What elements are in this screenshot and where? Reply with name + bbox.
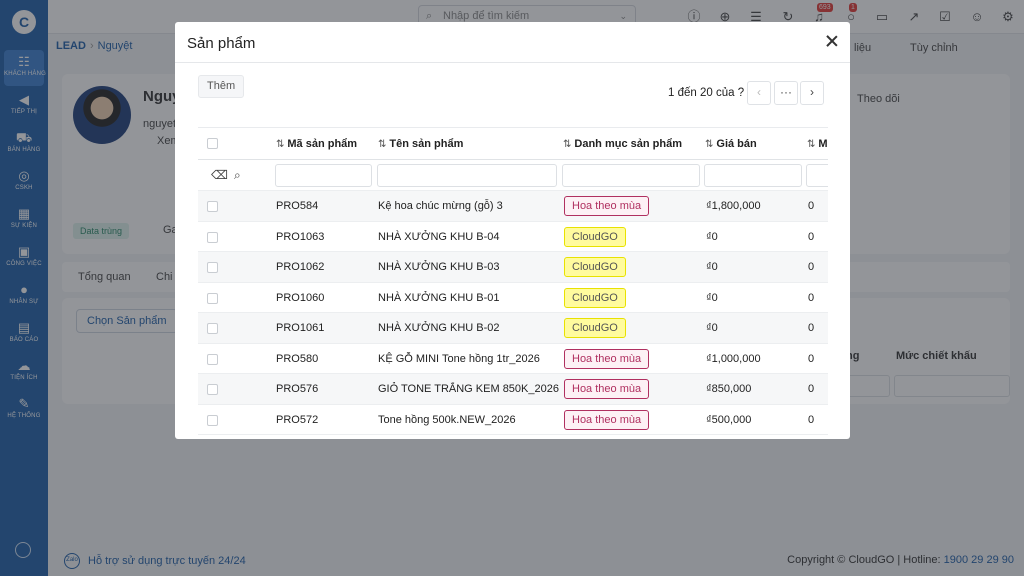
table-row[interactable]: PRO584 Kệ hoa chúc mừng (gỗ) 3 Hoa theo mù… (198, 191, 828, 222)
col-header-price-label: Giá bán (716, 138, 757, 150)
cell-name: KỆ GỖ MINI Tone hồng 1tr_2026 (378, 352, 540, 365)
cell-extra: 0 (808, 352, 815, 365)
eraser-icon[interactable]: ⌫ (211, 160, 228, 191)
more-pages-button[interactable]: ··· (774, 81, 798, 105)
filter-name-input[interactable] (377, 164, 557, 187)
cell-extra: 0 (808, 383, 815, 395)
cell-category: CloudGO (564, 283, 626, 313)
cell-code: PRO572 (276, 413, 319, 426)
cell-extra: 0 (808, 413, 815, 426)
filter-code-input[interactable] (275, 164, 372, 187)
cell-category: CloudGO (564, 252, 626, 282)
filter-category-input[interactable] (562, 164, 700, 187)
table-row[interactable]: PRO1063 NHÀ XƯỞNG KHU B-04 CloudGO ₫0 0 (198, 222, 828, 252)
cell-name: NHÀ XƯỞNG KHU B-03 (378, 261, 500, 273)
cell-code: PRO1060 (276, 291, 325, 304)
category-tag: CloudGO (564, 318, 626, 338)
col-header-name[interactable]: ⇅ Tên sản phẩm (378, 128, 463, 159)
row-checkbox[interactable] (207, 414, 218, 426)
col-header-price[interactable]: ⇅ Giá bán (705, 128, 757, 159)
cell-category: CloudGO (564, 222, 626, 252)
cell-category: Hoa theo mùa (564, 344, 650, 374)
cell-price: ₫0 (706, 261, 718, 273)
category-tag: CloudGO (564, 226, 626, 247)
product-picker-modal: Sản phẩm Thêm 1 đến 20 của ? ‹ ··· › ⇅ Mã… (175, 22, 850, 439)
cell-name: NHÀ XƯỞNG KHU B-04 (378, 230, 500, 243)
table-row[interactable]: PRO576 GIỎ TONE TRẮNG KEM 850K_2026 Hoa th… (198, 374, 828, 405)
cell-code: PRO584 (276, 200, 319, 212)
col-header-extra-label: M (818, 138, 828, 150)
cell-name: NHÀ XƯỞNG KHU B-01 (378, 291, 500, 304)
category-tag: Hoa theo mùa (564, 348, 650, 369)
cell-category: CloudGO (564, 313, 626, 343)
col-header-code-label: Mã sản phẩm (287, 138, 358, 150)
table-header-row: ⇅ Mã sản phẩm ⇅ Tên sản phẩm ⇅ Danh mục sản… (198, 127, 828, 160)
cell-name: Tone hồng 500k.NEW_2026 (378, 413, 516, 426)
table-row[interactable]: PRO1061 NHÀ XƯỞNG KHU B-02 CloudGO ₫0 0 (198, 313, 828, 344)
table-row[interactable]: PRO572 Tone hồng 500k.NEW_2026 Hoa theo mù… (198, 405, 828, 435)
table-row[interactable]: PRO1060 NHÀ XƯỞNG KHU B-01 CloudGO ₫0 0 (198, 283, 828, 313)
cell-category: Hoa theo mùa (564, 191, 650, 221)
search-icon[interactable]: ⌕ (234, 160, 241, 191)
col-header-extra[interactable]: ⇅ M (807, 128, 828, 159)
cell-price: ₫1,000,000 (706, 352, 761, 365)
cell-extra: 0 (808, 200, 815, 212)
cell-name: Kệ hoa chúc mừng (gỗ) 3 (378, 200, 503, 212)
col-header-category-label: Danh mục sản phẩm (574, 138, 682, 150)
cell-code: PRO580 (276, 352, 319, 365)
pagination-info: 1 đến 20 của ? (668, 87, 745, 99)
cell-category: Hoa theo mùa (564, 405, 650, 435)
table-row[interactable]: PRO580 KỆ GỖ MINI Tone hồng 1tr_2026 Hoa t… (198, 344, 828, 374)
cell-category: Hoa theo mùa (564, 374, 650, 404)
row-checkbox[interactable] (207, 323, 218, 334)
category-tag: Hoa theo mùa (564, 196, 650, 216)
sort-icon: ⇅ (563, 139, 572, 150)
col-header-code[interactable]: ⇅ Mã sản phẩm (276, 128, 357, 159)
prev-page-button[interactable]: ‹ (747, 81, 771, 105)
cell-price: ₫0 (706, 322, 718, 334)
close-icon[interactable] (824, 33, 840, 49)
row-checkbox[interactable] (207, 201, 218, 212)
row-checkbox[interactable] (207, 384, 218, 395)
row-checkbox[interactable] (207, 292, 218, 304)
cell-name: NHÀ XƯỞNG KHU B-02 (378, 322, 500, 334)
category-tag: CloudGO (564, 287, 626, 308)
add-button[interactable]: Thêm (198, 75, 245, 98)
cell-extra: 0 (808, 230, 815, 243)
sort-icon: ⇅ (276, 139, 285, 150)
select-all-checkbox[interactable] (207, 138, 218, 149)
cell-price: ₫850,000 (706, 383, 752, 395)
cell-price: ₫1,800,000 (706, 200, 761, 212)
sort-icon: ⇅ (705, 139, 714, 150)
sort-icon: ⇅ (378, 139, 387, 150)
cell-price: ₫0 (706, 230, 718, 243)
filter-extra-input[interactable] (806, 164, 828, 187)
modal-title: Sản phẩm (187, 35, 256, 52)
col-header-category[interactable]: ⇅ Danh mục sản phẩm (563, 128, 682, 159)
cell-extra: 0 (808, 261, 815, 273)
cell-extra: 0 (808, 291, 815, 304)
cell-code: PRO576 (276, 383, 319, 395)
col-header-name-label: Tên sản phẩm (389, 138, 464, 150)
table-row[interactable]: PRO1062 NHÀ XƯỞNG KHU B-03 CloudGO ₫0 0 (198, 252, 828, 283)
cell-code: PRO1062 (276, 261, 325, 273)
sort-icon: ⇅ (807, 139, 816, 150)
filter-price-input[interactable] (704, 164, 802, 187)
modal-header: Sản phẩm (175, 22, 850, 63)
cell-price: ₫0 (706, 291, 718, 304)
product-table: ⇅ Mã sản phẩm ⇅ Tên sản phẩm ⇅ Danh mục sản… (198, 127, 828, 439)
cell-price: ₫500,000 (706, 413, 752, 426)
cell-code: PRO1061 (276, 322, 325, 334)
row-checkbox[interactable] (207, 262, 218, 273)
category-tag: CloudGO (564, 257, 626, 277)
cell-extra: 0 (808, 322, 815, 334)
category-tag: Hoa theo mùa (564, 379, 650, 399)
next-page-button[interactable]: › (800, 81, 824, 105)
row-checkbox[interactable] (207, 231, 218, 243)
table-filter-row: ⌫ ⌕ (198, 160, 828, 191)
category-tag: Hoa theo mùa (564, 409, 650, 430)
cell-code: PRO1063 (276, 230, 325, 243)
row-checkbox[interactable] (207, 353, 218, 365)
cell-name: GIỎ TONE TRẮNG KEM 850K_2026 (378, 383, 559, 395)
